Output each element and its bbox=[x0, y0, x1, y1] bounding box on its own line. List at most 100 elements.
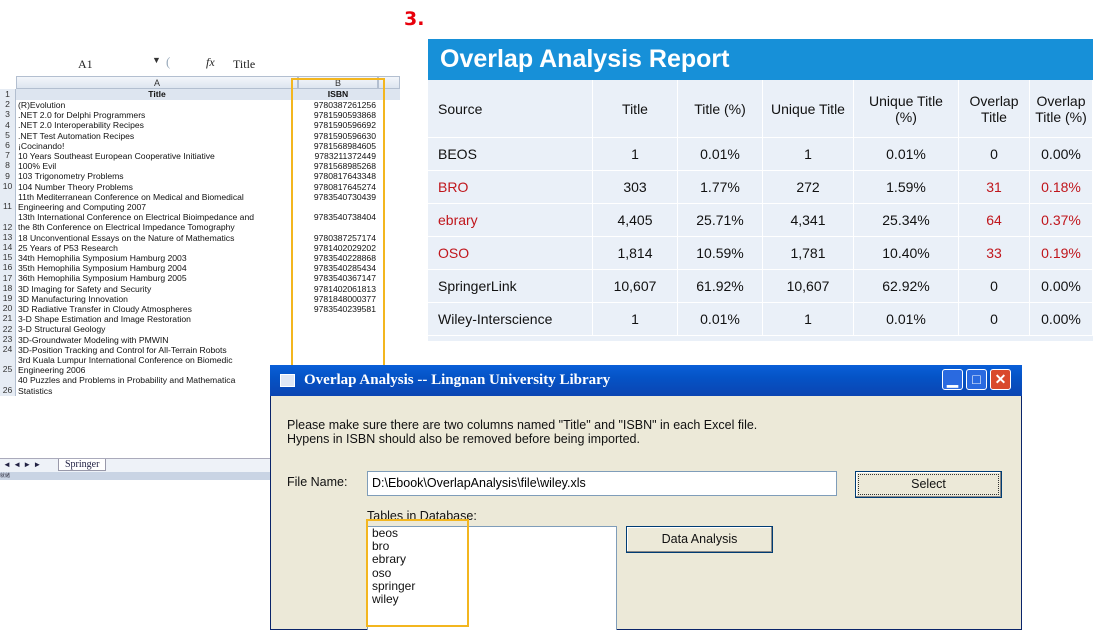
row-number[interactable]: 26 bbox=[0, 385, 16, 396]
overlap-report: Overlap Analysis Report Source Title Tit… bbox=[428, 39, 1093, 341]
overlap-title-pct-cell: 0.18% bbox=[1029, 170, 1093, 204]
report-title: Overlap Analysis Report bbox=[428, 39, 1093, 80]
data-analysis-button[interactable]: Data Analysis bbox=[626, 526, 773, 553]
col-header-source: Source bbox=[428, 80, 593, 138]
title-cell[interactable]: 25 Years of P53 Research bbox=[18, 243, 296, 253]
report-row: Wiley-Interscience 1 0.01% 1 0.01% 0 0.00% bbox=[428, 302, 1093, 336]
title-cell[interactable]: 10 Years Southeast European Cooperative … bbox=[18, 151, 296, 161]
title-count-cell: 1,814 bbox=[592, 236, 678, 270]
title-cell[interactable]: 3D Radiative Transfer in Cloudy Atmosphe… bbox=[18, 304, 296, 314]
title-cell[interactable]: 36th Hemophilia Symposium Hamburg 2005 bbox=[18, 273, 296, 283]
maximize-button[interactable]: □ bbox=[966, 369, 987, 390]
unique-title-cell: 4,341 bbox=[762, 203, 854, 237]
title-cell[interactable]: 104 Number Theory Problems bbox=[18, 182, 296, 192]
title-cell[interactable]: .NET Test Automation Recipes bbox=[18, 131, 296, 141]
unique-title-pct-cell: 62.92% bbox=[853, 269, 959, 303]
status-bar: 就緒 bbox=[0, 472, 270, 480]
col-header-overlap-title: Overlap Title bbox=[958, 80, 1030, 138]
title-cell[interactable]: 34th Hemophilia Symposium Hamburg 2003 bbox=[18, 253, 296, 263]
title-cell[interactable]: 3D Manufacturing Innovation bbox=[18, 294, 296, 304]
source-cell: BRO bbox=[428, 170, 593, 204]
source-cell: SpringerLink bbox=[428, 269, 593, 303]
title-cell[interactable]: 3rd Kuala Lumpur International Conferenc… bbox=[18, 355, 296, 375]
unique-title-pct-cell: 10.40% bbox=[853, 236, 959, 270]
source-cell: Wiley-Interscience bbox=[428, 302, 593, 336]
row-number[interactable]: 24 bbox=[0, 344, 16, 355]
column-header-a[interactable]: A bbox=[16, 76, 298, 89]
overlap-title-cell: 0 bbox=[958, 137, 1030, 171]
title-cell[interactable]: 13th International Conference on Electri… bbox=[18, 212, 296, 232]
title-cell[interactable]: .NET 2.0 for Delphi Programmers bbox=[18, 110, 296, 120]
overlap-title-cell: 33 bbox=[958, 236, 1030, 270]
col-header-title: Title bbox=[592, 80, 678, 138]
title-pct-cell: 10.59% bbox=[677, 236, 763, 270]
title-cell[interactable]: 3-D Structural Geology bbox=[18, 324, 296, 334]
minimize-button[interactable]: ▁ bbox=[942, 369, 963, 390]
overlap-title-pct-cell: 0.00% bbox=[1029, 269, 1093, 303]
file-name-input[interactable]: D:\Ebook\OverlapAnalysis\file\wiley.xls bbox=[367, 471, 837, 496]
col-header-unique-title: Unique Title bbox=[762, 80, 854, 138]
title-cell[interactable]: 103 Trigonometry Problems bbox=[18, 171, 296, 181]
title-pct-cell: 25.71% bbox=[677, 203, 763, 237]
unique-title-pct-cell: 0.01% bbox=[853, 137, 959, 171]
title-cell[interactable]: 3D-Groundwater Modeling with PMWIN bbox=[18, 335, 296, 345]
close-button[interactable]: ✕ bbox=[990, 369, 1011, 390]
title-pct-cell: 61.92% bbox=[677, 269, 763, 303]
instruction-line-1: Please make sure there are two columns n… bbox=[287, 418, 758, 432]
title-cell[interactable]: .NET 2.0 Interoperability Recipes bbox=[18, 120, 296, 130]
row-number[interactable]: 11 bbox=[0, 191, 16, 213]
title-bar[interactable]: Overlap Analysis -- Lingnan University L… bbox=[270, 365, 1022, 396]
tables-highlight bbox=[366, 519, 469, 627]
title-cell[interactable]: 3D Imaging for Safety and Security bbox=[18, 284, 296, 294]
row-number[interactable]: 10 bbox=[0, 181, 16, 192]
report-table: Source Title Title (%) Unique Title Uniq… bbox=[428, 80, 1093, 336]
name-box[interactable]: A1 bbox=[78, 57, 93, 72]
report-row: OSO 1,814 10.59% 1,781 10.40% 33 0.19% bbox=[428, 236, 1093, 270]
row-number[interactable]: 12 bbox=[0, 212, 16, 233]
formula-value[interactable]: Title bbox=[233, 57, 255, 72]
header-title-cell[interactable]: Title bbox=[18, 89, 296, 99]
sheet-nav-icon[interactable]: ◄ ◄ ► ► bbox=[3, 460, 41, 469]
title-cell[interactable]: 100% Evil bbox=[18, 161, 296, 171]
overlap-title-cell: 0 bbox=[958, 269, 1030, 303]
source-cell: BEOS bbox=[428, 137, 593, 171]
title-cell[interactable]: 35th Hemophilia Symposium Hamburg 2004 bbox=[18, 263, 296, 273]
title-cell[interactable]: ¡Cocinando! bbox=[18, 141, 296, 151]
col-header-unique-title-pct: Unique Title (%) bbox=[853, 80, 959, 138]
unique-title-cell: 272 bbox=[762, 170, 854, 204]
isbn-column-highlight bbox=[291, 78, 385, 390]
title-cell[interactable]: 3-D Shape Estimation and Image Restorati… bbox=[18, 314, 296, 324]
title-cell[interactable]: 18 Unconventional Essays on the Nature o… bbox=[18, 233, 296, 243]
title-cell[interactable]: 3D-Position Tracking and Control for All… bbox=[18, 345, 296, 355]
title-count-cell: 4,405 bbox=[592, 203, 678, 237]
title-pct-cell: 0.01% bbox=[677, 302, 763, 336]
report-row: ebrary 4,405 25.71% 4,341 25.34% 64 0.37% bbox=[428, 203, 1093, 237]
overlap-title-cell: 31 bbox=[958, 170, 1030, 204]
title-cell[interactable]: 40 Puzzles and Problems in Probability a… bbox=[18, 375, 296, 385]
fx-icon[interactable]: fx bbox=[206, 55, 215, 70]
overlap-title-cell: 0 bbox=[958, 302, 1030, 336]
col-header-title-pct: Title (%) bbox=[677, 80, 763, 138]
overlap-title-cell: 64 bbox=[958, 203, 1030, 237]
app-icon bbox=[280, 374, 295, 387]
overlap-title-pct-cell: 0.00% bbox=[1029, 137, 1093, 171]
overlap-title-pct-cell: 0.00% bbox=[1029, 302, 1093, 336]
report-row: BEOS 1 0.01% 1 0.01% 0 0.00% bbox=[428, 137, 1093, 171]
sheet-tab-springer[interactable]: Springer bbox=[58, 459, 107, 471]
instructions: Please make sure there are two columns n… bbox=[287, 418, 757, 446]
title-cell[interactable]: 11th Mediterranean Conference on Medical… bbox=[18, 192, 296, 212]
title-cell[interactable]: Statistics bbox=[18, 386, 296, 396]
row-number[interactable]: 25 bbox=[0, 355, 16, 376]
overlap-title-pct-cell: 0.37% bbox=[1029, 203, 1093, 237]
unique-title-pct-cell: 0.01% bbox=[853, 302, 959, 336]
report-row: SpringerLink 10,607 61.92% 10,607 62.92% 0 0.0… bbox=[428, 269, 1093, 303]
unique-title-pct-cell: 25.34% bbox=[853, 203, 959, 237]
title-pct-cell: 1.77% bbox=[677, 170, 763, 204]
title-cell[interactable]: (R)Evolution bbox=[18, 100, 296, 110]
select-button[interactable]: Select bbox=[855, 471, 1002, 498]
unique-title-pct-cell: 1.59% bbox=[853, 170, 959, 204]
formula-cancel-icon: ( bbox=[166, 54, 171, 69]
step-3-label: 3. bbox=[404, 8, 425, 30]
window-title: Overlap Analysis -- Lingnan University L… bbox=[304, 372, 611, 388]
name-box-dropdown-icon[interactable]: ▼ bbox=[152, 55, 161, 65]
